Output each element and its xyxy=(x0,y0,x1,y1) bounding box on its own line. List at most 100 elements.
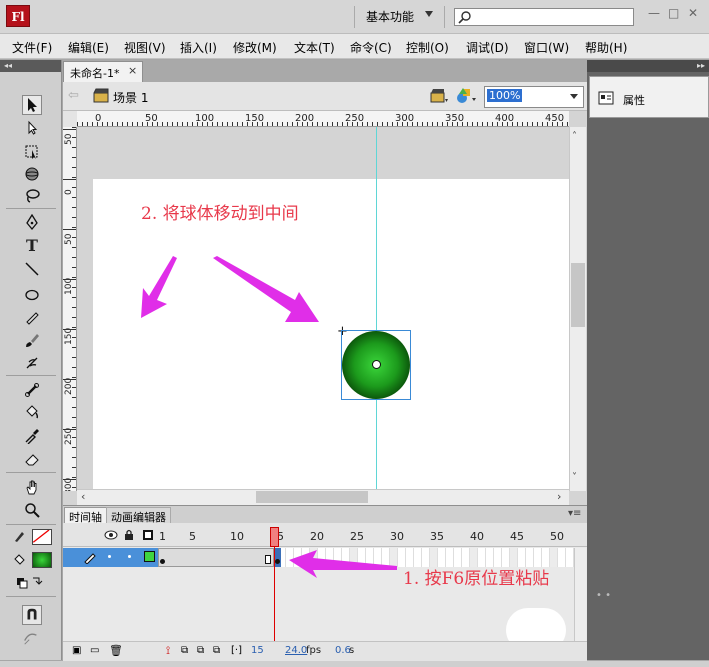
panel-menu-icon[interactable]: ▾≡ xyxy=(568,508,581,519)
text-tool-icon[interactable]: T xyxy=(22,235,42,255)
minimize-button[interactable]: — xyxy=(648,6,660,20)
scroll-down-icon[interactable]: ˅ xyxy=(572,472,577,483)
lock-icon[interactable] xyxy=(124,529,134,541)
ruler-tick xyxy=(442,122,443,126)
scroll-up-icon[interactable]: ˄ xyxy=(572,131,577,142)
layer-row[interactable] xyxy=(63,548,158,567)
ruler-label: 400 xyxy=(495,113,515,124)
lock-dot[interactable] xyxy=(128,555,131,558)
pencil-edit-icon xyxy=(84,553,96,564)
chevron-down-icon[interactable] xyxy=(570,94,578,99)
hand-tool-icon[interactable] xyxy=(22,477,42,497)
menu-insert[interactable]: 插入(I) xyxy=(180,39,217,56)
fill-color-icon[interactable] xyxy=(13,553,27,567)
onion-outline-icon[interactable]: ⧉ xyxy=(197,645,204,656)
bone-tool-icon[interactable] xyxy=(22,380,42,400)
help-search-input[interactable] xyxy=(454,8,634,26)
scroll-left-icon[interactable]: ‹ xyxy=(81,490,85,503)
menu-modify[interactable]: 修改(M) xyxy=(233,39,277,56)
eraser-tool-icon[interactable] xyxy=(22,449,42,469)
menu-debug[interactable]: 调试(D) xyxy=(466,39,509,56)
workspace-switcher[interactable]: 基本功能 xyxy=(366,8,414,25)
frame-cell[interactable] xyxy=(550,548,558,567)
3d-rotation-tool-icon[interactable] xyxy=(22,164,42,184)
ruler-tick xyxy=(72,197,76,198)
ruler-tick xyxy=(337,122,338,126)
edit-multiple-frames-icon[interactable]: ⧉ xyxy=(213,645,220,656)
close-window-button[interactable]: ✕ xyxy=(688,6,698,20)
close-icon[interactable]: × xyxy=(128,64,137,77)
deco-tool-icon[interactable] xyxy=(22,352,42,372)
onion-skin-icon[interactable]: ⧉ xyxy=(181,645,188,656)
ruler-tick xyxy=(392,122,393,126)
ruler-tick xyxy=(122,122,123,126)
frame-cell[interactable] xyxy=(566,548,574,567)
menu-view[interactable]: 视图(V) xyxy=(124,39,166,56)
ruler-tick xyxy=(72,187,76,188)
layer-color-swatch[interactable] xyxy=(144,551,155,562)
selected-keyframe[interactable] xyxy=(274,548,281,567)
zoom-tool-icon[interactable] xyxy=(22,500,42,520)
swap-colors-icon[interactable] xyxy=(15,575,47,589)
ruler-tick xyxy=(72,357,76,358)
menu-text[interactable]: 文本(T) xyxy=(294,39,335,56)
ruler-tick xyxy=(102,122,103,126)
timeline-vscroll[interactable] xyxy=(574,548,586,641)
lasso-tool-icon[interactable] xyxy=(22,186,42,206)
tab-timeline[interactable]: 时间轴 xyxy=(64,507,107,524)
scroll-right-icon[interactable]: › xyxy=(557,490,561,503)
paint-bucket-tool-icon[interactable] xyxy=(22,402,42,422)
maximize-button[interactable]: □ xyxy=(668,6,679,20)
ruler-tick xyxy=(377,122,378,126)
chevron-down-icon[interactable] xyxy=(425,11,433,17)
snap-to-objects-icon[interactable] xyxy=(22,605,42,625)
menu-file[interactable]: 文件(F) xyxy=(12,39,52,56)
ruler-tick xyxy=(527,122,528,126)
frame-number: 50 xyxy=(550,530,564,543)
subselection-tool-icon[interactable] xyxy=(22,118,42,138)
playhead[interactable] xyxy=(270,527,279,547)
keyframe-span[interactable] xyxy=(158,548,274,567)
frame-cell[interactable] xyxy=(558,548,566,567)
stroke-color-swatch[interactable] xyxy=(32,529,52,545)
line-tool-icon[interactable] xyxy=(22,259,42,279)
smooth-icon[interactable] xyxy=(22,628,42,648)
menu-help[interactable]: 帮助(H) xyxy=(585,39,627,56)
oval-tool-icon[interactable] xyxy=(22,284,42,304)
free-transform-tool-icon[interactable] xyxy=(22,142,42,162)
ruler-tick xyxy=(117,122,118,126)
ruler-label: 350 xyxy=(445,113,465,124)
eye-icon[interactable] xyxy=(104,530,118,540)
new-folder-icon[interactable]: ▭ xyxy=(90,645,99,656)
edit-symbols-icon[interactable] xyxy=(455,86,477,106)
menu-commands[interactable]: 命令(C) xyxy=(350,39,392,56)
brush-tool-icon[interactable] xyxy=(22,330,42,350)
onion-markers-icon[interactable]: [·] xyxy=(231,645,242,656)
visibility-dot[interactable] xyxy=(108,555,111,558)
eyedropper-tool-icon[interactable] xyxy=(22,426,42,446)
frame-end-marker xyxy=(265,555,271,564)
fps-readout[interactable]: 24.0 xyxy=(285,645,307,656)
back-arrow-icon[interactable]: ⇦ xyxy=(68,88,79,103)
center-frame-icon[interactable]: ⟟ xyxy=(166,644,170,658)
stage-canvas[interactable] xyxy=(93,179,569,491)
properties-panel: ▸▸ xyxy=(587,60,709,660)
menu-window[interactable]: 窗口(W) xyxy=(524,39,569,56)
selection-tool-icon[interactable] xyxy=(22,95,42,115)
pencil-tool-icon[interactable] xyxy=(22,307,42,327)
pen-tool-icon[interactable] xyxy=(22,212,42,232)
ruler-tick xyxy=(132,122,133,126)
vertical-scroll-thumb[interactable] xyxy=(571,263,585,327)
fill-color-swatch[interactable] xyxy=(32,552,52,568)
edit-scene-icon[interactable] xyxy=(429,87,449,105)
delete-layer-icon[interactable]: 🗑 xyxy=(109,644,123,657)
horizontal-scroll-thumb[interactable] xyxy=(256,491,368,503)
menu-edit[interactable]: 编辑(E) xyxy=(68,39,109,56)
new-layer-icon[interactable]: ▣ xyxy=(72,645,81,656)
outline-icon[interactable] xyxy=(143,530,153,540)
properties-tab[interactable]: 属性 xyxy=(589,76,709,118)
tab-motion-editor[interactable]: 动画编辑器 xyxy=(106,507,171,524)
scene-clapper-icon xyxy=(93,88,109,103)
menu-control[interactable]: 控制(O) xyxy=(406,39,449,56)
stroke-color-icon[interactable] xyxy=(13,529,27,543)
